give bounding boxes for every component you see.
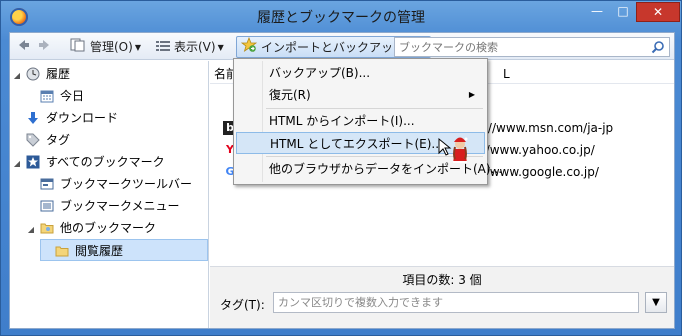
download-arrow-icon — [28, 111, 38, 124]
tree-item-tags[interactable]: タグ — [12, 129, 70, 151]
history-clock-icon — [26, 67, 40, 80]
tag-dropdown-button[interactable]: ▼ — [645, 292, 667, 313]
menu-item-backup[interactable]: バックアップ(B)... — [236, 62, 485, 84]
tag-label: タグ(T): — [220, 298, 265, 312]
menu-separator — [266, 108, 483, 109]
submenu-arrow-icon: ▶ — [468, 90, 475, 99]
search-icon[interactable] — [651, 40, 665, 54]
tree-item-label: 閲覧履歴 — [75, 244, 124, 258]
back-arrow-icon[interactable] — [14, 37, 32, 57]
expand-twisty-icon[interactable]: ◢ — [12, 153, 22, 175]
star-bookmark-icon — [26, 155, 40, 168]
menu-item-label: 復元(R) — [269, 88, 311, 102]
toolbar-folder-icon — [40, 178, 54, 189]
maximize-button[interactable]: □ — [610, 2, 636, 22]
folder-icon — [40, 223, 54, 233]
expand-twisty-icon[interactable]: ◢ — [12, 65, 22, 87]
tree-item-bookmarks-menu[interactable]: ブックマークメニュー — [26, 195, 180, 217]
organize-pages-icon — [70, 38, 86, 58]
tree-item-label: 履歴 — [46, 67, 71, 81]
organize-label: 管理(O) — [90, 40, 133, 54]
menu-item-label: HTML としてエクスポート(E)... — [270, 137, 443, 151]
tree-item-label: 他のブックマーク — [60, 221, 157, 235]
forward-arrow-icon[interactable] — [36, 37, 54, 57]
views-label: 表示(V) — [174, 40, 216, 54]
tree-item-label: ダウンロード — [46, 111, 119, 125]
tree-item-label: 今日 — [60, 89, 85, 103]
tree-item-label: ブックマークメニュー — [60, 199, 180, 213]
views-list-icon — [156, 38, 170, 58]
search-box[interactable] — [394, 37, 670, 57]
tree-item-bookmarks-toolbar[interactable]: ブックマークツールバー — [26, 173, 192, 195]
sidebar-tree: ◢ 履歴 今日 ダウンロード タグ ◢ すべてのブックマーク ブックマークツールバー… — [10, 61, 209, 328]
menu-item-import-html[interactable]: HTML からインポート(I)... — [236, 110, 485, 132]
close-button[interactable]: ✕ — [636, 2, 680, 22]
menu-item-restore[interactable]: 復元(R) ▶ — [236, 84, 485, 106]
tree-item-all-bookmarks[interactable]: ◢ すべてのブックマーク — [12, 151, 165, 173]
row-url: ps://www.msn.com/ja-jp — [470, 121, 614, 135]
organize-menu-button[interactable]: 管理(O) ▼ — [70, 37, 141, 57]
mouse-cursor-icon — [438, 137, 468, 163]
item-count: 項目の数: 3 個 — [402, 273, 482, 287]
calendar-icon — [40, 90, 54, 102]
expand-twisty-icon[interactable]: ◢ — [26, 219, 36, 241]
tree-item-browsing-history[interactable]: 閲覧履歴 — [40, 239, 208, 261]
import-backup-star-icon — [240, 36, 258, 59]
tree-item-label: タグ — [46, 133, 71, 147]
tree-item-downloads[interactable]: ダウンロード — [12, 107, 118, 129]
menu-item-label: HTML からインポート(I)... — [269, 114, 415, 128]
search-input[interactable] — [395, 38, 645, 56]
title-bar[interactable]: 履歴とブックマークの管理 — □ ✕ — [1, 1, 681, 33]
tag-icon — [26, 133, 40, 147]
views-menu-button[interactable]: 表示(V) ▼ — [156, 37, 224, 57]
tree-item-other-bookmarks[interactable]: ◢ 他のブックマーク — [26, 217, 156, 239]
window-title: 履歴とブックマークの管理 — [257, 10, 425, 26]
folder-icon — [55, 246, 69, 256]
details-panel: 項目の数: 3 個 タグ(T): カンマ区切りで複数入力できます ▼ — [210, 266, 674, 328]
menu-item-label: バックアップ(B)... — [269, 66, 371, 80]
tree-item-label: すべてのブックマーク — [46, 155, 165, 169]
chevron-down-icon: ▼ — [652, 297, 660, 308]
tree-item-history[interactable]: ◢ 履歴 — [12, 63, 70, 85]
menu-folder-icon — [40, 200, 54, 211]
column-url-header[interactable]: L — [503, 64, 510, 84]
tree-item-label: ブックマークツールバー — [60, 177, 193, 191]
chevron-down-icon: ▼ — [217, 42, 224, 52]
tag-input[interactable]: カンマ区切りで複数入力できます — [273, 292, 639, 313]
tree-item-today[interactable]: 今日 — [26, 85, 84, 107]
toolbar: 管理(O)▼ 表示(V)▼ インポートとバックアップ(I)▼ — [10, 33, 674, 60]
minimize-button[interactable]: — — [584, 2, 610, 22]
chevron-down-icon: ▼ — [134, 42, 141, 52]
